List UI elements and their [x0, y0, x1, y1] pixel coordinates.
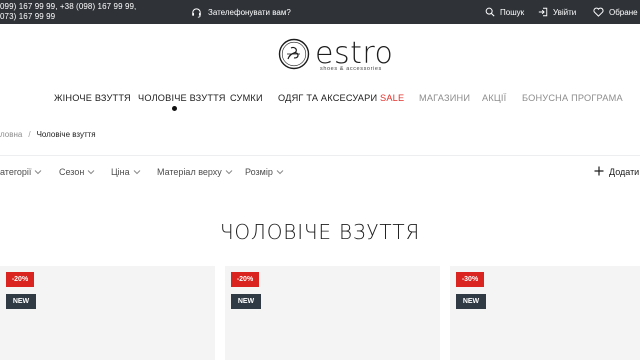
filter-category-label: атегорії — [0, 167, 32, 177]
filters-divider — [0, 155, 640, 156]
product-card[interactable]: -30% NEW — [450, 266, 640, 360]
nav-item-stores[interactable]: МАГАЗИНИ — [419, 93, 470, 103]
filter-size-label: Розмір — [245, 167, 273, 177]
favorites-button[interactable]: Обране — [593, 7, 638, 17]
filter-size[interactable]: Розмір — [245, 167, 284, 177]
chevron-down-icon — [34, 167, 42, 177]
nav-item-sale[interactable]: SALE — [380, 93, 404, 103]
login-label: Увійти — [553, 7, 577, 17]
new-badge: NEW — [231, 294, 261, 309]
top-bar: 099) 167 99 99, +38 (098) 167 99 99, 073… — [0, 0, 640, 24]
nav-item-promotions[interactable]: АКЦІЇ — [482, 93, 506, 103]
favorites-label: Обране — [609, 7, 638, 17]
nav-item-clothing-accessories[interactable]: ОДЯГ ТА АКСЕСУАРИ — [278, 93, 377, 103]
phone-line-1[interactable]: 099) 167 99 99, +38 (098) 167 99 99, — [0, 2, 136, 12]
product-card[interactable]: -20% NEW — [225, 266, 440, 360]
breadcrumb: ловна / Чоловіче взуття — [0, 130, 96, 139]
breadcrumb-home[interactable]: ловна — [0, 130, 22, 139]
nav-item-womens-shoes[interactable]: ЖІНОЧЕ ВЗУТТЯ — [54, 93, 131, 103]
nav-item-mens-shoes[interactable]: ЧОЛОВІЧЕ ВЗУТТЯ — [138, 93, 226, 103]
breadcrumb-separator: / — [28, 130, 31, 139]
add-filter-button[interactable]: Додати — [594, 166, 639, 178]
product-card[interactable]: -20% NEW — [0, 266, 215, 360]
logo[interactable]: estro shoes & accessories — [278, 36, 393, 75]
chevron-down-icon — [133, 167, 141, 177]
heart-icon — [593, 7, 604, 17]
search-button[interactable]: Пошук — [485, 7, 524, 17]
discount-badge: -20% — [231, 272, 259, 287]
active-nav-indicator — [172, 106, 177, 111]
breadcrumb-current: Чоловіче взуття — [36, 130, 96, 139]
nav-item-bags[interactable]: СУМКИ — [230, 93, 263, 103]
filter-category[interactable]: атегорії — [0, 167, 42, 177]
filter-season[interactable]: Сезон — [59, 167, 95, 177]
chevron-down-icon — [87, 167, 95, 177]
filter-price[interactable]: Ціна — [111, 167, 141, 177]
filter-upper-material[interactable]: Матеріал верху — [157, 167, 233, 177]
logo-emblem-icon — [278, 38, 310, 75]
plus-icon — [594, 166, 604, 178]
filter-price-label: Ціна — [111, 167, 130, 177]
discount-badge: -20% — [6, 272, 34, 287]
filter-bar: атегорії Сезон Ціна Матеріал верху Розмі… — [0, 166, 640, 180]
login-button[interactable]: Увійти — [538, 7, 576, 17]
filter-upper-material-label: Матеріал верху — [157, 167, 222, 177]
logo-tagline: shoes & accessories — [320, 66, 382, 72]
filter-season-label: Сезон — [59, 167, 85, 177]
phone-line-2[interactable]: 073) 167 99 99 — [0, 12, 136, 22]
main-nav: ЖІНОЧЕ ВЗУТТЯ ЧОЛОВІЧЕ ВЗУТТЯ СУМКИ ОДЯГ… — [0, 91, 640, 111]
headset-icon — [191, 7, 202, 18]
page-title: ЧОЛОВІЧЕ ВЗУТТЯ — [219, 220, 421, 244]
callback-link[interactable]: Зателефонувати вам? — [191, 7, 291, 18]
discount-badge: -30% — [456, 272, 484, 287]
nav-item-bonus-program[interactable]: БОНУСНА ПРОГРАМА — [522, 93, 623, 103]
chevron-down-icon — [225, 167, 233, 177]
search-label: Пошук — [500, 7, 525, 17]
new-badge: NEW — [6, 294, 36, 309]
add-filter-label: Додати — [609, 167, 640, 177]
login-icon — [538, 7, 548, 17]
new-badge: NEW — [456, 294, 486, 309]
phone-numbers[interactable]: 099) 167 99 99, +38 (098) 167 99 99, 073… — [0, 2, 136, 22]
chevron-down-icon — [276, 167, 284, 177]
search-icon — [485, 7, 495, 17]
callback-label: Зателефонувати вам? — [208, 8, 291, 17]
